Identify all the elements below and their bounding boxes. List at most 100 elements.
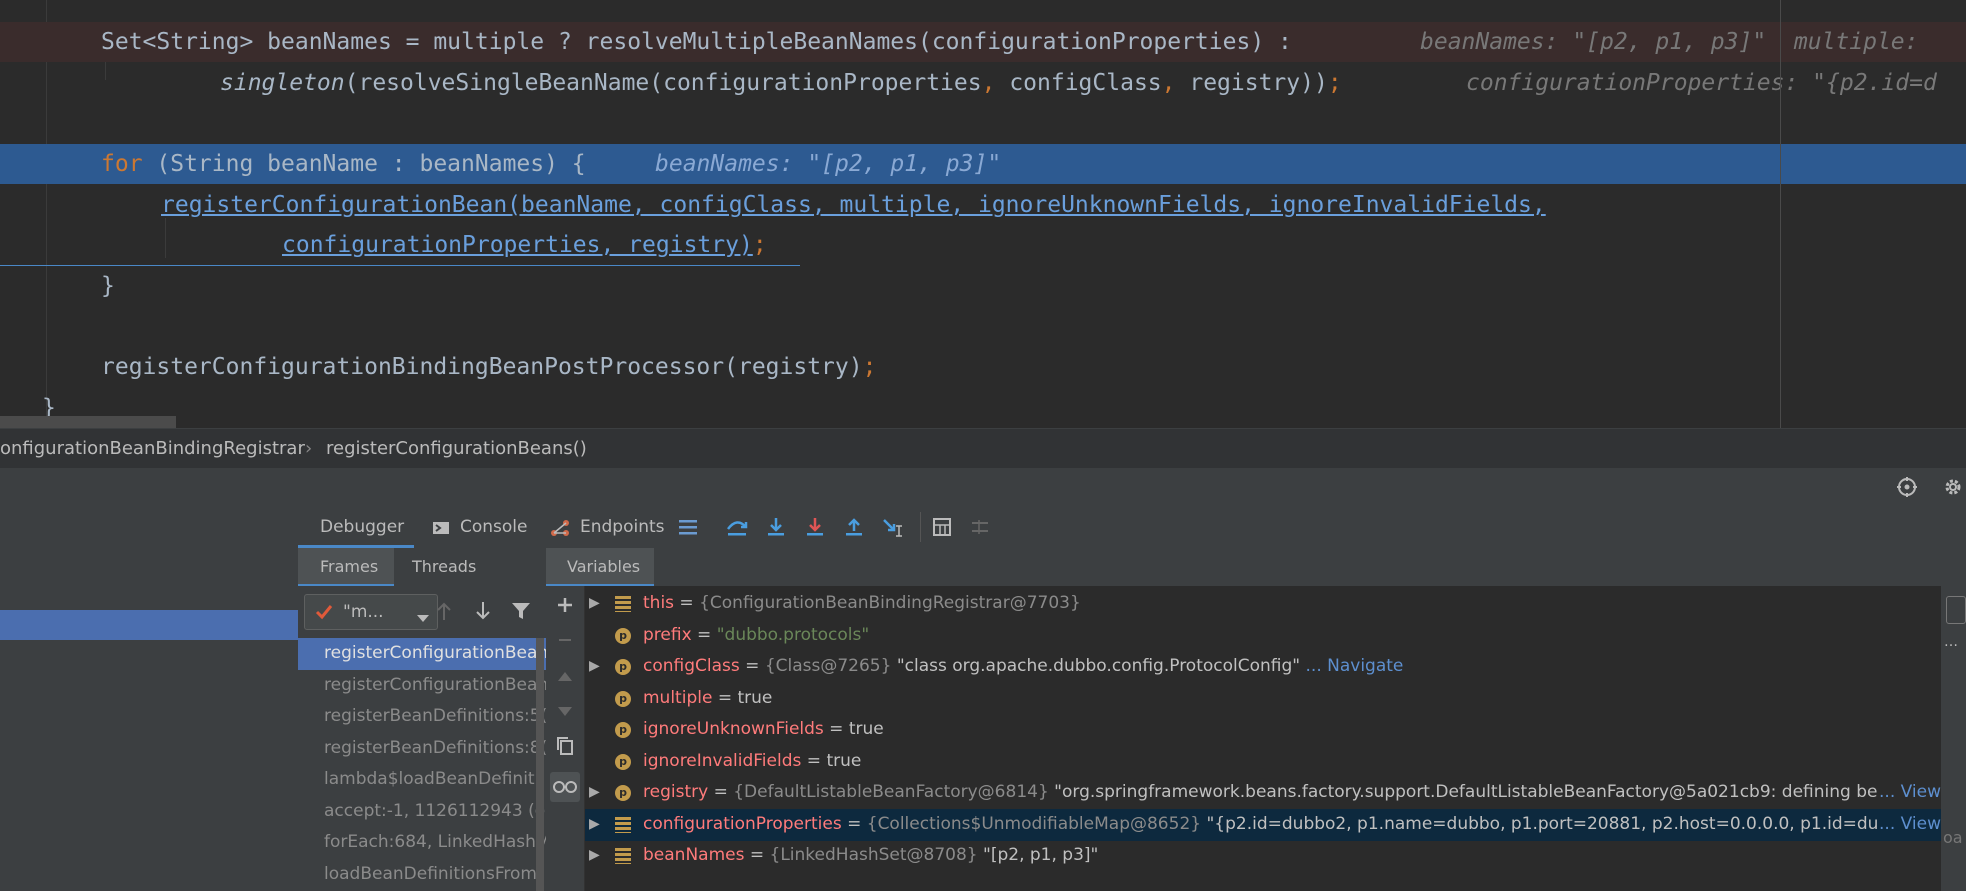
frame-item[interactable]: registerConfigurationBean <box>298 638 546 670</box>
view-link[interactable]: ... View <box>1879 809 1941 841</box>
side-button[interactable] <box>1946 596 1966 624</box>
right-tool-strip: … oa <box>1941 586 1966 891</box>
frame-item[interactable]: lambda$loadBeanDefiniti <box>298 764 546 796</box>
tab-frames[interactable]: Frames <box>298 548 394 586</box>
frame-item[interactable]: loadBeanDefinitionsFromI <box>298 859 546 891</box>
run-to-cursor-icon[interactable] <box>882 517 904 542</box>
tab-debugger[interactable]: Debugger <box>298 506 414 548</box>
variable-row-configurationProperties[interactable]: ▶ configurationProperties = {Collections… <box>585 809 1941 841</box>
evaluate-expression-icon[interactable] <box>932 517 952 542</box>
gear-icon[interactable] <box>1942 476 1964 502</box>
move-down-icon[interactable] <box>556 704 574 723</box>
code-line-5: configurationProperties, registry); <box>0 225 800 266</box>
variable-eq: = <box>674 593 700 613</box>
arrow-up-icon[interactable] <box>436 601 452 625</box>
expand-arrow-icon[interactable]: ▶ <box>589 588 600 620</box>
breadcrumb-method[interactable]: registerConfigurationBeans() <box>326 438 587 459</box>
parameter-icon: p <box>615 785 631 801</box>
plus-icon[interactable] <box>556 596 574 618</box>
expand-arrow-icon[interactable]: ▶ <box>589 777 600 809</box>
variable-row-configClass[interactable]: ▶ p configClass = {Class@7265} "class or… <box>585 651 1941 683</box>
variable-type: {Collections$UnmodifiableMap@8652} <box>866 814 1202 834</box>
variable-name: registry <box>643 782 709 802</box>
variable-value: "[p2, p1, p3]" <box>977 845 1099 865</box>
frames-scrollbar[interactable] <box>536 638 544 891</box>
expand-arrow-icon[interactable]: ▶ <box>589 651 600 683</box>
code-text: } <box>101 273 115 299</box>
frame-item[interactable]: registerConfigurationBean <box>298 670 546 702</box>
variable-eq: = <box>801 751 827 771</box>
code-line-1: Set<String> beanNames = multiple ? resol… <box>0 22 1966 62</box>
variables-subtabbar: Variables <box>546 548 1966 587</box>
variable-name: configurationProperties <box>643 814 842 834</box>
variable-name: this <box>643 593 675 613</box>
frames-list: registerConfigurationBean registerConfig… <box>298 638 546 891</box>
method-call-link[interactable]: configurationProperties, registry) <box>282 232 753 258</box>
view-link[interactable]: ... View <box>1879 777 1941 809</box>
variable-row-ignoreInvalidFields[interactable]: p ignoreInvalidFields = true <box>585 746 1941 778</box>
code-text: (String beanName : beanNames) { <box>142 151 586 177</box>
variable-eq: = <box>823 719 849 739</box>
expand-arrow-icon[interactable]: ▶ <box>589 809 600 841</box>
variable-row-this[interactable]: ▶ this = {ConfigurationBeanBindingRegist… <box>585 588 1941 620</box>
thread-selector-value: "m... <box>343 602 384 622</box>
menu-lines-icon[interactable] <box>678 518 698 541</box>
variable-type: {LinkedHashSet@8708} <box>769 845 978 865</box>
breadcrumb-separator: › <box>305 438 313 459</box>
variables-side-toolbar <box>546 586 585 891</box>
copy-icon[interactable] <box>556 736 574 760</box>
code-punct: ; <box>752 232 767 258</box>
tab-console[interactable]: Console <box>460 506 528 548</box>
move-up-icon[interactable] <box>556 668 574 687</box>
parameter-icon: p <box>615 659 631 675</box>
selected-session-row[interactable] <box>0 610 298 640</box>
code-punct: , <box>981 70 996 96</box>
toolbar-separator <box>920 512 921 542</box>
variable-row-multiple[interactable]: p multiple = true <box>585 683 1941 715</box>
more-icon[interactable]: … <box>1944 634 1958 650</box>
step-out-icon[interactable] <box>844 517 864 542</box>
code-line-6: } <box>0 266 1966 306</box>
frame-item[interactable]: accept:-1, 1126112943 (o <box>298 796 546 828</box>
filter-icon[interactable] <box>511 601 531 625</box>
right-margin-guide <box>1780 0 1781 428</box>
tab-variables[interactable]: Variables <box>546 548 654 586</box>
frame-item[interactable]: registerBeanDefinitions:8( <box>298 733 546 765</box>
force-step-into-icon[interactable] <box>805 517 825 542</box>
tab-threads[interactable]: Threads <box>412 548 476 586</box>
variable-row-registry[interactable]: ▶ p registry = {DefaultListableBeanFacto… <box>585 777 1941 809</box>
variable-name: configClass <box>643 656 740 676</box>
variable-type: {DefaultListableBeanFactory@6814} <box>733 782 1049 802</box>
variable-row-beanNames[interactable]: ▶ beanNames = {LinkedHashSet@8708} "[p2,… <box>585 840 1941 872</box>
tab-endpoints[interactable]: Endpoints <box>580 506 665 548</box>
trace-stream-icon[interactable] <box>970 517 990 542</box>
debugger-tabbar: Debugger Console Endpoints <box>298 506 1966 549</box>
thread-selector[interactable]: "m... <box>304 594 438 630</box>
parameter-icon: p <box>615 722 631 738</box>
parameter-icon: p <box>615 691 631 707</box>
arrow-down-icon[interactable] <box>475 601 491 625</box>
horizontal-scrollbar[interactable] <box>0 416 176 428</box>
breadcrumb-class[interactable]: onfigurationBeanBindingRegistrar <box>0 438 305 459</box>
variable-eq: = <box>691 625 717 645</box>
variable-eq: = <box>841 814 867 834</box>
variable-eq: = <box>708 782 734 802</box>
code-line-7: registerConfigurationBindingBeanPostProc… <box>0 347 1966 387</box>
minus-icon[interactable] <box>556 631 574 653</box>
navigate-link[interactable]: ... Navigate <box>1300 656 1404 676</box>
code-punct: ; <box>1327 70 1342 96</box>
frame-item[interactable]: forEach:684, LinkedHashM <box>298 827 546 859</box>
method-call-link[interactable]: registerConfigurationBean(beanName, conf… <box>161 185 1546 225</box>
variable-value: "org.springframework.beans.factory.suppo… <box>1048 782 1878 802</box>
frame-item[interactable]: registerBeanDefinitions:5( <box>298 701 546 733</box>
variable-eq: = <box>744 845 770 865</box>
parameter-icon: p <box>615 754 631 770</box>
step-into-icon[interactable] <box>766 517 786 542</box>
crosshair-icon[interactable] <box>1896 476 1918 502</box>
expand-arrow-icon[interactable]: ▶ <box>589 840 600 872</box>
variable-row-ignoreUnknownFields[interactable]: p ignoreUnknownFields = true <box>585 714 1941 746</box>
variable-row-prefix[interactable]: p prefix = "dubbo.protocols" <box>585 620 1941 652</box>
watches-glasses-icon[interactable] <box>550 772 580 802</box>
step-over-icon[interactable] <box>726 517 748 542</box>
code-editor[interactable]: Set<String> beanNames = multiple ? resol… <box>0 0 1966 428</box>
